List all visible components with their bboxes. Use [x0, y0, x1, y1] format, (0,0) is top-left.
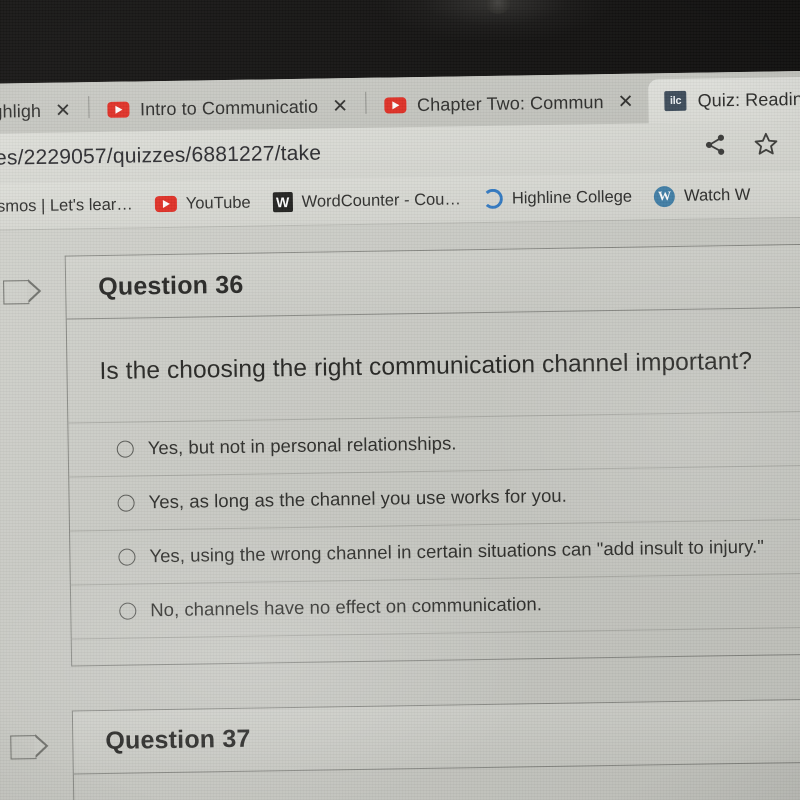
bookmark-label: Highline College — [511, 187, 633, 208]
question-number: Question 37 — [105, 724, 251, 756]
omnibox-actions — [703, 130, 800, 163]
answer-label: Yes, using the wrong channel in certain … — [149, 535, 765, 567]
wordcounter-icon: W — [272, 191, 293, 213]
answer-list: Yes, but not in personal relationships. … — [68, 409, 800, 640]
laptop-screen-photo: ghligh ✕ Intro to Communicatio ✕ Chapter… — [0, 0, 800, 800]
bookmark-label: YouTube — [185, 193, 251, 213]
bookmark-desmos[interactable]: Desmos | Let's lear… — [0, 195, 133, 216]
bookmark-label: WordCounter - Cou… — [301, 189, 462, 211]
browser-window: ghligh ✕ Intro to Communicatio ✕ Chapter… — [0, 70, 800, 800]
quiz-page: Question 36 Is the choosing the right co… — [0, 217, 800, 800]
radio-button-icon[interactable] — [118, 548, 136, 566]
flag-question-icon[interactable] — [3, 280, 30, 305]
bookmark-highline-college[interactable]: Highline College — [482, 187, 633, 209]
question-block-36: Question 36 Is the choosing the right co… — [3, 243, 800, 667]
tab-title: Intro to Communicatio — [139, 96, 319, 119]
youtube-icon — [154, 195, 177, 213]
tab-title: ghligh — [0, 100, 42, 122]
tab-highlights[interactable]: ghligh ✕ — [0, 88, 86, 134]
question-header: Question 36 — [65, 244, 800, 320]
question-header: Question 37 — [72, 698, 800, 775]
tab-intro-to-communication[interactable]: Intro to Communicatio ✕ — [91, 84, 364, 132]
canvas-ilc-icon: ilc — [664, 90, 687, 112]
tab-close-icon[interactable]: ✕ — [52, 100, 74, 121]
bookmark-youtube[interactable]: YouTube — [154, 193, 251, 214]
tab-divider — [87, 96, 90, 119]
bookmark-watch-w[interactable]: W Watch W — [653, 184, 751, 207]
youtube-icon — [383, 97, 407, 114]
question-body: Is the choosing the right communication … — [67, 307, 800, 665]
tab-quiz-reading[interactable]: ilc Quiz: Reading C — [648, 76, 800, 124]
share-icon[interactable] — [703, 133, 727, 162]
question-card: Question 37 — [71, 697, 800, 800]
bookmark-label: Desmos | Let's lear… — [0, 194, 133, 216]
radio-button-icon[interactable] — [117, 494, 135, 512]
address-bar-url[interactable]: rses/2229057/quizzes/6881227/take — [0, 142, 321, 171]
tab-divider — [364, 91, 367, 114]
youtube-icon — [106, 101, 130, 118]
bookmark-star-icon[interactable] — [753, 131, 779, 162]
tab-title: Quiz: Reading C — [697, 88, 800, 111]
answer-label: Yes, as long as the channel you use work… — [148, 484, 568, 513]
question-text: Is the choosing the right communication … — [99, 347, 753, 386]
highline-college-icon — [482, 188, 504, 209]
question-number: Question 36 — [97, 270, 244, 301]
question-block-37: Question 37 — [10, 697, 800, 800]
flag-question-icon[interactable] — [10, 734, 37, 760]
tab-chapter-two[interactable]: Chapter Two: Commun ✕ — [368, 79, 649, 127]
answer-label: No, channels have no effect on communica… — [150, 593, 543, 621]
bookmark-wordcounter[interactable]: W WordCounter - Cou… — [272, 189, 462, 213]
question-card: Question 36 Is the choosing the right co… — [64, 243, 800, 667]
wordpress-icon: W — [653, 185, 676, 207]
tab-close-icon[interactable]: ✕ — [329, 96, 351, 117]
tab-close-icon[interactable]: ✕ — [615, 91, 637, 112]
answer-label: Yes, but not in personal relationships. — [147, 432, 457, 459]
radio-button-icon[interactable] — [116, 440, 134, 458]
radio-button-icon[interactable] — [119, 602, 137, 620]
bookmark-label: Watch W — [683, 185, 751, 205]
webcam-icon — [485, 0, 511, 14]
tab-title: Chapter Two: Commun — [416, 91, 604, 115]
answer-option[interactable]: No, channels have no effect on communica… — [70, 571, 800, 640]
